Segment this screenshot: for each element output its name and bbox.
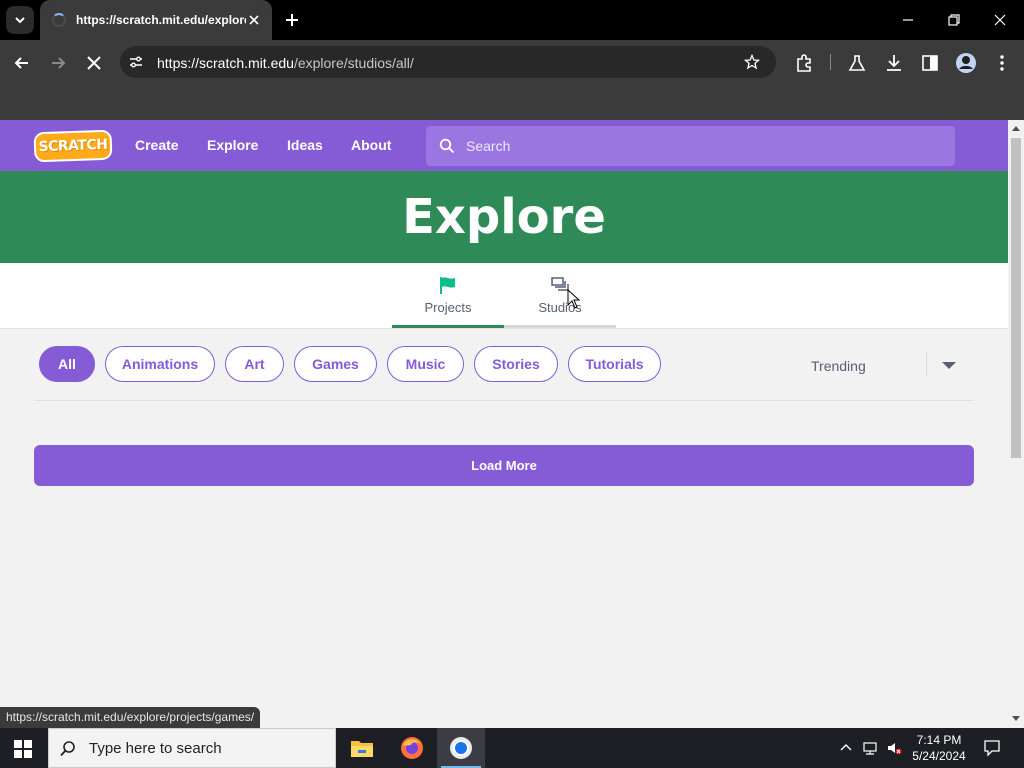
mouse-cursor-icon (567, 289, 581, 309)
category-chip-all[interactable]: All (39, 346, 95, 382)
browser-tab-bar: https://scratch.mit.edu/explore (0, 0, 1024, 40)
scratch-logo[interactable]: SCRATCH (33, 129, 113, 163)
tab-search-dropdown-button[interactable] (6, 6, 34, 34)
tab-studios-underline (504, 325, 616, 328)
logo-text: SCRATCH (38, 136, 108, 156)
content-divider (34, 400, 974, 401)
volume-muted-icon[interactable] (886, 740, 902, 756)
tab-studios-label: Studios (538, 300, 582, 315)
url-host: https://scratch.mit.edu (157, 55, 294, 71)
browser-tab-active[interactable]: https://scratch.mit.edu/explore (40, 0, 272, 40)
nav-link-create[interactable]: Create (135, 137, 179, 153)
site-settings-icon[interactable] (128, 54, 144, 70)
search-icon (439, 138, 455, 154)
labs-flask-icon[interactable] (846, 52, 868, 74)
window-close-icon[interactable] (990, 10, 1010, 30)
bookmark-star-icon[interactable] (744, 54, 760, 70)
side-panel-icon[interactable] (919, 52, 941, 74)
explore-banner: Explore (0, 171, 1008, 263)
back-arrow-icon[interactable] (11, 52, 33, 74)
link-status-url: https://scratch.mit.edu/explore/projects… (0, 707, 261, 728)
scratch-page: SCRATCH Create Explore Ideas About Searc… (0, 120, 1008, 728)
toolbar-separator (830, 54, 831, 70)
sort-separator (926, 352, 927, 376)
tab-projects[interactable]: Projects (392, 263, 504, 328)
windows-taskbar: Type here to search 7:14 PM 5/24/2024 (0, 728, 1024, 768)
firefox-taskbar-button[interactable] (388, 728, 436, 768)
new-tab-plus-icon[interactable] (282, 10, 302, 30)
tab-title: https://scratch.mit.edu/explore (76, 13, 246, 27)
category-chip-animations[interactable]: Animations (105, 346, 215, 382)
network-icon[interactable] (862, 740, 878, 756)
sort-selected-label: Trending (811, 358, 866, 374)
chrome-taskbar-button[interactable] (437, 728, 485, 768)
stop-loading-icon[interactable] (83, 52, 105, 74)
scroll-down-arrow-icon[interactable] (1012, 716, 1020, 721)
scroll-thumb[interactable] (1011, 138, 1021, 458)
chevron-up-icon[interactable] (838, 740, 854, 756)
nav-link-ideas[interactable]: Ideas (287, 137, 323, 153)
menu-kebab-icon[interactable] (991, 52, 1013, 74)
sort-dropdown[interactable]: Trending (796, 346, 976, 386)
url-path: /explore/studios/all/ (293, 55, 414, 71)
file-explorer-taskbar-button[interactable] (338, 728, 386, 768)
clock-time: 7:14 PM (916, 733, 962, 747)
bookmark-bar (0, 84, 1024, 120)
firefox-icon (401, 737, 423, 759)
clock-date: 5/24/2024 (912, 749, 966, 763)
page-title: Explore (402, 189, 606, 245)
scratch-navbar: SCRATCH Create Explore Ideas About Searc… (0, 120, 1008, 171)
caret-down-icon (942, 362, 956, 369)
load-more-button[interactable]: Load More (34, 445, 974, 486)
minimize-icon[interactable] (898, 10, 918, 30)
tab-studios[interactable]: Studios (504, 263, 616, 328)
search-icon (60, 741, 75, 757)
tab-projects-underline (392, 325, 504, 328)
close-icon[interactable] (246, 12, 262, 28)
flag-icon (440, 277, 455, 294)
category-chip-music[interactable]: Music (387, 346, 464, 382)
url-text: https://scratch.mit.edu/explore/studios/… (157, 55, 414, 71)
scroll-up-arrow-icon[interactable] (1012, 126, 1020, 131)
taskbar-search-box[interactable]: Type here to search (48, 728, 336, 768)
category-chip-stories[interactable]: Stories (474, 346, 558, 382)
category-chip-art[interactable]: Art (225, 346, 284, 382)
search-input[interactable]: Search (426, 126, 955, 166)
restore-icon[interactable] (944, 10, 964, 30)
windows-start-icon[interactable] (14, 740, 32, 758)
profile-avatar-icon[interactable] (955, 52, 977, 74)
notification-icon[interactable] (983, 739, 1001, 757)
nav-link-about[interactable]: About (351, 137, 391, 153)
forward-arrow-icon[interactable] (47, 52, 69, 74)
download-icon[interactable] (883, 52, 905, 74)
category-chip-games[interactable]: Games (294, 346, 377, 382)
loading-spinner-icon (52, 13, 66, 27)
page-scrollbar[interactable] (1008, 120, 1024, 728)
category-chip-tutorials[interactable]: Tutorials (568, 346, 661, 382)
chrome-icon (450, 737, 472, 759)
taskbar-search-text: Type here to search (89, 740, 222, 757)
search-placeholder: Search (466, 138, 511, 154)
tab-projects-label: Projects (424, 300, 472, 315)
nav-link-explore[interactable]: Explore (207, 137, 258, 153)
explore-tabs: Projects Studios (0, 263, 1008, 329)
chevron-down-icon (15, 17, 25, 24)
taskbar-clock[interactable]: 7:14 PM 5/24/2024 (904, 732, 974, 764)
extensions-puzzle-icon[interactable] (793, 52, 815, 74)
folder-icon (351, 741, 373, 757)
